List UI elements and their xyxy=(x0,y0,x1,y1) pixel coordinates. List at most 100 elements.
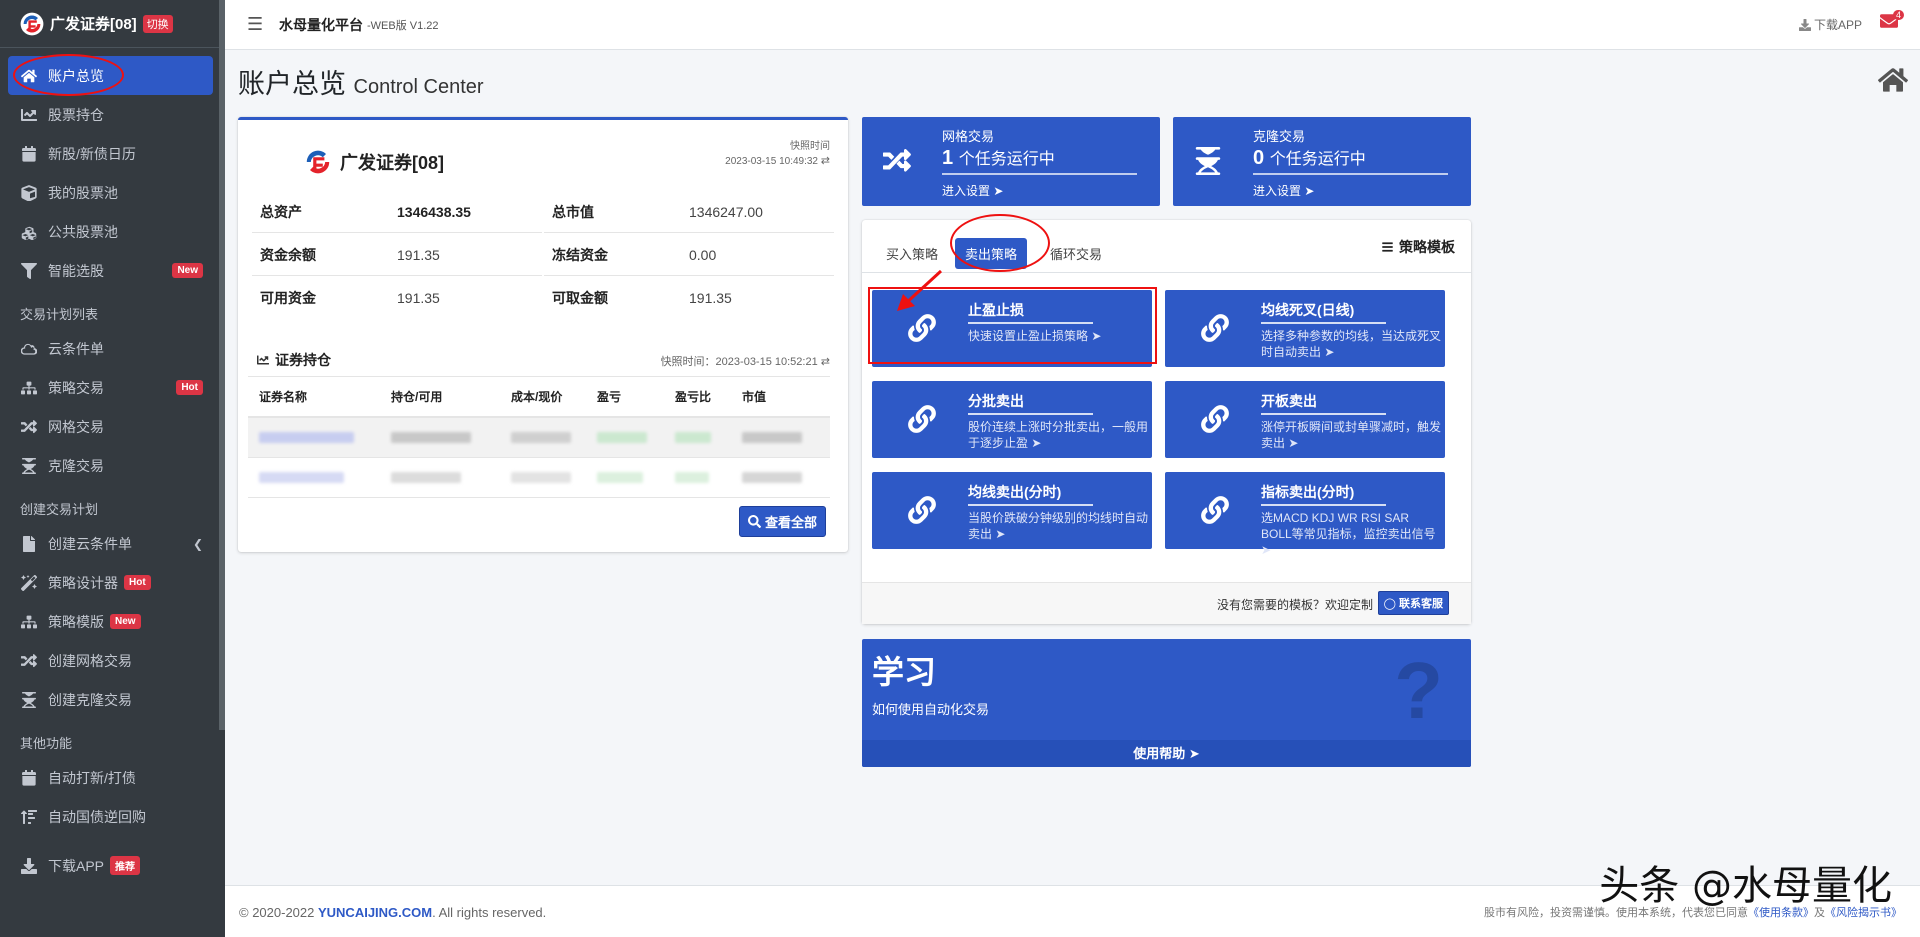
brand-bar: 广发证券[08] 切换 xyxy=(0,0,225,48)
tile-ma-sell-intraday[interactable]: 均线卖出(分时) 当股价跌破分钟级别的均线时自动卖出 ➤ xyxy=(872,472,1152,549)
grid-trading-box[interactable]: 网格交易 1 个任务运行中 进入设置 ➤ xyxy=(862,117,1160,206)
sidebar-item-public-stock-pool[interactable]: 公共股票池 xyxy=(8,212,217,251)
sidebar-item-label: 我的股票池 xyxy=(48,184,118,201)
tile-title: 指标卖出(分时) xyxy=(1261,484,1355,500)
sidebar-item-create-clone[interactable]: 创建克隆交易 xyxy=(8,680,217,719)
sidebar-nav-plans: 云条件单 策略交易 Hot 网格交易 克隆交易 xyxy=(0,329,225,485)
section-header-create-plan: 创建交易计划 xyxy=(20,502,99,517)
refresh-icon[interactable]: ⇄ xyxy=(821,155,830,167)
view-all-button[interactable]: 查看全部 xyxy=(738,506,826,537)
sidebar-item-label: 公共股票池 xyxy=(48,223,118,240)
tile-title: 均线卖出(分时) xyxy=(968,484,1062,500)
holdings-snapshot-text: 快照时间：2023-03-15 10:52:21 xyxy=(660,356,818,368)
link-icon xyxy=(908,405,938,435)
clone-running-count: 0 个任务运行中 xyxy=(1253,145,1366,170)
grid-settings-label: 进入设置 xyxy=(942,184,991,198)
holdings-snapshot: 快照时间：2023-03-15 10:52:21 ⇄ xyxy=(661,353,830,369)
download-app-link[interactable]: 下载APP xyxy=(1799,16,1862,33)
broker-logo-icon xyxy=(20,12,44,36)
sidebar-item-label: 自动打新/打债 xyxy=(48,769,136,786)
sidebar-scrollbar[interactable] xyxy=(219,0,225,730)
tile-batch-sell[interactable]: 分批卖出 股价连续上涨时分批卖出，一般用于逐步止盈 ➤ xyxy=(872,381,1152,458)
tile-ma-death-cross[interactable]: 均线死叉(日线) 选择多种参数的均线，当达成死叉时自动卖出 ➤ xyxy=(1165,290,1445,367)
snapshot-value: 2023-03-15 10:49:32 xyxy=(725,156,818,167)
arrow-circle-right-icon: ➤ xyxy=(1288,436,1299,450)
help-link[interactable]: 使用帮助 ➤ xyxy=(862,740,1471,767)
sidebar-item-strategy-designer[interactable]: 策略设计器 Hot xyxy=(8,563,217,602)
messages-button[interactable]: 4 xyxy=(1880,10,1904,30)
sidebar-item-auto-ipo[interactable]: 自动打新/打债 xyxy=(8,758,217,797)
grid-settings-link[interactable]: 进入设置 ➤ xyxy=(942,182,1003,199)
new-badge: New xyxy=(172,263,203,278)
col-header-market-value: 市值 xyxy=(742,390,767,404)
home-icon[interactable] xyxy=(1878,66,1908,94)
divider xyxy=(862,272,1471,273)
switch-account-button[interactable]: 切换 xyxy=(142,14,173,33)
tile-desc-text: 选择多种参数的均线，当达成死叉时自动卖出 xyxy=(1261,329,1442,359)
menu-toggle-icon[interactable]: ☰ xyxy=(247,14,267,35)
sidebar-item-label: 自动国债逆回购 xyxy=(48,808,146,825)
link-icon xyxy=(1201,314,1231,344)
sidebar-item-label: 创建克隆交易 xyxy=(48,691,132,708)
sidebar-item-stock-holdings[interactable]: 股票持仓 xyxy=(8,95,217,134)
tile-underline xyxy=(968,504,1093,506)
sidebar-item-create-grid[interactable]: 创建网格交易 xyxy=(8,641,217,680)
tile-indicator-sell-intraday[interactable]: 指标卖出(分时) 选MACD KDJ WR RSI SAR BOLL等常见指标，… xyxy=(1165,472,1445,557)
custom-template-text: 没有您需要的模板？欢迎定制 xyxy=(1216,598,1373,612)
sidebar-item-clone-trading[interactable]: 克隆交易 xyxy=(8,446,217,485)
table-row[interactable] xyxy=(248,418,830,458)
snapshot-time: 快照时间 2023-03-15 10:49:32 ⇄ xyxy=(725,139,830,169)
sidebar-item-smart-screener[interactable]: 智能选股 New xyxy=(8,251,217,290)
blurred-cell xyxy=(675,472,709,483)
new-badge: New xyxy=(110,614,141,629)
blurred-cell xyxy=(742,472,802,483)
clone-trading-title: 克隆交易 xyxy=(1253,129,1306,144)
sidebar-item-cloud-orders[interactable]: 云条件单 xyxy=(8,329,217,368)
broker-header: 广发证券[08] xyxy=(302,146,444,178)
sidebar-item-my-stock-pool[interactable]: 我的股票池 xyxy=(8,173,217,212)
learn-box[interactable]: 学习 如何使用自动化交易 ? 使用帮助 ➤ xyxy=(862,639,1471,767)
col-header-pnl-ratio: 盈亏比 xyxy=(675,390,712,404)
hot-badge: Hot xyxy=(176,380,203,395)
blurred-cell xyxy=(259,432,354,443)
sidebar-item-label: 创建网格交易 xyxy=(48,652,132,669)
sidebar-item-label: 网格交易 xyxy=(48,418,104,435)
sidebar-item-ipo-calendar[interactable]: 新股/新债日历 xyxy=(8,134,217,173)
tile-limit-open-sell[interactable]: 开板卖出 涨停开板瞬间或封单骤减时，触发卖出 ➤ xyxy=(1165,381,1445,458)
strategy-template-link[interactable]: 策略模板 xyxy=(1381,237,1455,257)
clone-settings-link[interactable]: 进入设置 ➤ xyxy=(1253,182,1314,199)
clone-trading-box[interactable]: 克隆交易 0 个任务运行中 进入设置 ➤ xyxy=(1173,117,1471,206)
withdrawable-value: 191.35 xyxy=(689,290,732,306)
copyright-prefix: © 2020-2022 xyxy=(239,905,318,920)
total-assets-value: 1346438.35 xyxy=(397,203,471,220)
page-subtitle: Control Center xyxy=(353,76,484,98)
tab-buy-strategy[interactable]: 买入策略 xyxy=(876,238,948,269)
blurred-cell xyxy=(511,472,571,483)
holdings-title: 证券持仓 xyxy=(256,350,331,370)
sidebar-item-label: 智能选股 xyxy=(48,262,104,279)
message-count-badge: 4 xyxy=(1892,10,1904,20)
table-row[interactable] xyxy=(248,458,830,498)
sidebar-item-label: 策略交易 xyxy=(48,379,104,396)
refresh-icon[interactable]: ⇄ xyxy=(821,356,830,368)
tab-loop-trading[interactable]: 循环交易 xyxy=(1040,238,1112,269)
sidebar-item-strategy-trading[interactable]: 策略交易 Hot xyxy=(8,368,217,407)
sidebar-item-create-cloud-order[interactable]: 创建云条件单 ❮ xyxy=(8,524,217,563)
file-icon xyxy=(20,535,38,553)
sidebar-item-label: 云条件单 xyxy=(48,340,104,357)
site-link[interactable]: YUNCAIJING.COM xyxy=(318,905,432,920)
tile-underline xyxy=(1261,413,1386,415)
sidebar-item-strategy-template[interactable]: 策略模版 New xyxy=(8,602,217,641)
col-header-position: 持仓/可用 xyxy=(391,390,443,404)
sidebar-item-auto-repo[interactable]: 自动国债逆回购 xyxy=(8,797,217,836)
annotation-ellipse xyxy=(950,214,1050,272)
contact-support-button[interactable]: ◯ 联系客服 xyxy=(1377,591,1449,615)
section-header-other: 其他功能 xyxy=(20,736,73,751)
sidebar-item-download-app[interactable]: 下载APP 推荐 xyxy=(8,846,217,885)
line-chart-icon xyxy=(20,106,38,124)
filter-icon xyxy=(20,262,38,280)
sidebar-item-grid-trading[interactable]: 网格交易 xyxy=(8,407,217,446)
total-market-value-row: 总市值 1346247.00 xyxy=(544,191,834,233)
cubes-icon xyxy=(20,223,38,241)
blurred-cell xyxy=(511,432,571,443)
